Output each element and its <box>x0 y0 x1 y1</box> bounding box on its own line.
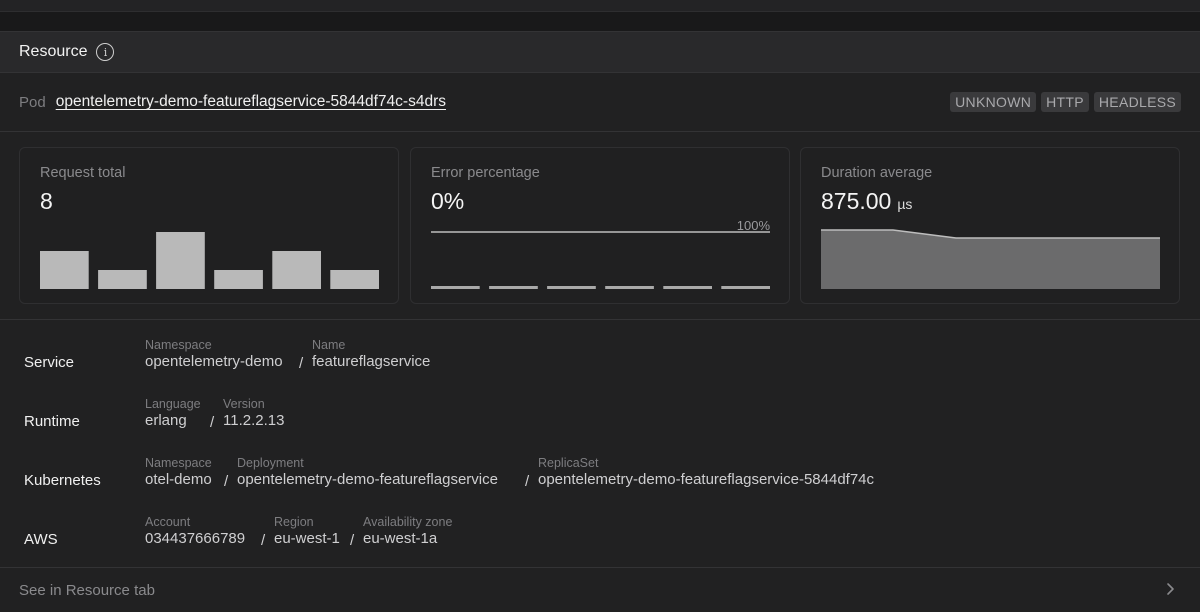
pod-row: Pod opentelemetry-demo-featureflagservic… <box>0 73 1200 132</box>
field-value: 034437666789 <box>145 530 246 547</box>
field-value: eu-west-1 <box>274 530 340 547</box>
k8s-replicaset-field: ReplicaSet opentelemetry-demo-featurefla… <box>538 456 874 488</box>
aws-availability-zone-field: Availability zone eu-west-1a <box>363 515 452 547</box>
error-percentage-card: 100% Error percentage 0% <box>410 147 790 304</box>
error-max-label: 100% <box>737 218 771 233</box>
request-bar-6 <box>330 270 379 289</box>
field-label: Region <box>274 515 314 529</box>
chevron-right-icon <box>1167 583 1174 595</box>
field-label: Namespace <box>145 456 212 470</box>
row-label-service: Service <box>24 354 75 371</box>
field-label: Name <box>312 338 346 352</box>
separator: / <box>350 532 355 549</box>
row-kubernetes: Kubernetes Namespace otel-demo / Deploym… <box>0 454 1200 513</box>
error-bar-1 <box>431 286 480 289</box>
error-bar-2 <box>489 286 538 289</box>
error-bar-4 <box>605 286 654 289</box>
field-value: opentelemetry-demo-featureflagservice-58… <box>538 471 875 488</box>
panel-title: Resource <box>19 43 88 60</box>
badge-headless: HEADLESS <box>1093 92 1181 112</box>
request-bar-4 <box>214 270 263 289</box>
row-label-aws: AWS <box>24 531 58 548</box>
separator: / <box>261 532 266 549</box>
error-bar-5 <box>663 286 712 289</box>
metric-cards: Request total 8 100% Error percentage 0%… <box>0 132 1200 320</box>
request-bar-1 <box>40 251 89 289</box>
field-label: Language <box>145 397 201 411</box>
request-total-card: Request total 8 <box>19 147 399 304</box>
request-bar-5 <box>272 251 321 289</box>
service-name-field: Name featureflagservice <box>312 338 430 370</box>
field-value: featureflagservice <box>312 353 431 370</box>
runtime-language-field: Language erlang <box>145 397 201 429</box>
separator: / <box>525 473 530 490</box>
field-label: Account <box>145 515 191 529</box>
field-value: erlang <box>145 412 187 429</box>
see-in-resource-tab-link[interactable]: See in Resource tab <box>0 567 1200 612</box>
field-label: Namespace <box>145 338 212 352</box>
badge-http: HTTP <box>1041 92 1089 112</box>
request-bar-3 <box>156 232 205 289</box>
duration-average-card: Duration average 875.00 µs <box>800 147 1180 304</box>
request-bar-2 <box>98 270 147 289</box>
aws-region-field: Region eu-west-1 <box>274 515 340 547</box>
request-total-value: 8 <box>40 188 53 214</box>
service-namespace-field: Namespace opentelemetry-demo <box>145 338 283 370</box>
field-value: opentelemetry-demo <box>145 353 283 370</box>
row-service: Service Namespace opentelemetry-demo / N… <box>0 336 1200 395</box>
k8s-deployment-field: Deployment opentelemetry-demo-featurefla… <box>237 456 498 488</box>
pod-label: Pod <box>19 93 46 111</box>
row-label-kubernetes: Kubernetes <box>24 472 101 489</box>
field-label: Deployment <box>237 456 304 470</box>
error-bar-6 <box>721 286 770 289</box>
row-label-runtime: Runtime <box>24 413 80 430</box>
field-value: 11.2.2.13 <box>223 412 285 429</box>
top-strip <box>0 0 1200 12</box>
field-value: opentelemetry-demo-featureflagservice <box>237 471 498 488</box>
runtime-version-field: Version 11.2.2.13 <box>223 397 284 429</box>
duration-average-value: 875.00 µs <box>821 188 912 215</box>
footer-link-text: See in Resource tab <box>19 581 155 599</box>
separator: / <box>224 473 229 490</box>
k8s-namespace-field: Namespace otel-demo <box>145 456 212 488</box>
info-icon[interactable]: i <box>96 43 115 61</box>
separator: / <box>210 414 215 431</box>
row-aws: AWS Account 034437666789 / Region eu-wes… <box>0 513 1200 572</box>
row-runtime: Runtime Language erlang / Version 11.2.2… <box>0 395 1200 454</box>
request-total-label: Request total <box>40 165 126 181</box>
pod-name-link[interactable]: opentelemetry-demo-featureflagservice-58… <box>56 93 446 111</box>
pod-badges: UNKNOWN HTTP HEADLESS <box>950 92 1181 112</box>
field-label: Availability zone <box>363 515 453 529</box>
error-percentage-value: 0% <box>431 188 465 214</box>
error-percentage-label: Error percentage <box>431 165 540 181</box>
separator: / <box>299 355 304 372</box>
badge-unknown: UNKNOWN <box>950 92 1037 112</box>
field-label: Version <box>223 397 265 411</box>
panel-header: Resource i <box>0 32 1200 73</box>
aws-account-field: Account 034437666789 <box>145 515 245 547</box>
duration-area <box>821 230 1160 289</box>
duration-unit: µs <box>897 196 913 212</box>
duration-average-label: Duration average <box>821 165 933 181</box>
field-label: ReplicaSet <box>538 456 599 470</box>
duration-value-text: 875.00 <box>821 188 892 214</box>
field-value: otel-demo <box>145 471 212 488</box>
field-value: eu-west-1a <box>363 530 438 547</box>
error-bar-3 <box>547 286 596 289</box>
